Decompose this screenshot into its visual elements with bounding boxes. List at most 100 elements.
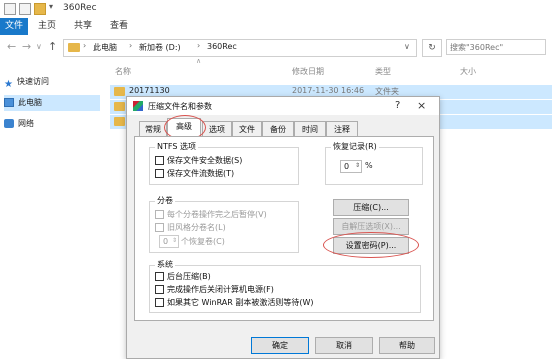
save-security-checkbox[interactable]: 保存文件安全数据(S)	[155, 155, 242, 166]
tab-panel-advanced: NTFS 选项 保存文件安全数据(S) 保存文件流数据(T) 恢复记录(R) 0…	[134, 136, 434, 321]
archive-dialog: 压缩文件名和参数 ? × 常规 高级 选项 文件 备份 时间 注释 NTFS 选…	[126, 96, 440, 359]
ribbon: 文件 主页 共享 查看	[0, 18, 552, 36]
address-dropdown-icon[interactable]: ∨	[404, 42, 410, 51]
tab-files[interactable]: 文件	[232, 121, 262, 137]
spin-arrows-icon[interactable]: ⇕	[355, 160, 360, 171]
recovery-record-label: 恢复记录(R)	[331, 141, 379, 152]
wait-other-copies-checkbox[interactable]: 如果其它 WinRAR 副本被激活则等待(W)	[155, 297, 314, 308]
file-date: 2017-11-30 16:46	[292, 86, 365, 95]
checkbox-icon	[155, 285, 164, 294]
dialog-titlebar: 压缩文件名和参数 ? ×	[127, 97, 439, 115]
compression-button[interactable]: 压缩(C)...	[333, 199, 409, 216]
tab-comment[interactable]: 注释	[326, 121, 358, 137]
forward-arrow-icon[interactable]: →	[22, 40, 31, 53]
network-icon	[4, 119, 14, 128]
checkbox-icon	[155, 210, 164, 219]
dialog-title: 压缩文件名和参数	[148, 102, 212, 111]
nav-item-label: 此电脑	[18, 98, 42, 107]
tab-backup[interactable]: 备份	[262, 121, 294, 137]
tab-advanced[interactable]: 高级	[167, 118, 201, 138]
help-icon[interactable]: ?	[395, 100, 400, 111]
set-password-button[interactable]: 设置密码(P)...	[333, 237, 409, 254]
file-name: 20171130	[129, 86, 170, 95]
tab-options[interactable]: 选项	[202, 121, 232, 137]
tab-time[interactable]: 时间	[294, 121, 326, 137]
properties-icon[interactable]	[19, 3, 31, 15]
checkbox-icon	[155, 223, 164, 232]
ntfs-options-group	[149, 147, 299, 185]
breadcrumb-drive-d[interactable]: 新加卷 (D:)	[139, 42, 181, 53]
address-bar[interactable]: › 此电脑 › 新加卷 (D:) › 360Rec ∨	[63, 39, 417, 57]
nav-item-label: 网络	[18, 119, 34, 128]
nav-item-this-pc[interactable]: 此电脑	[4, 95, 100, 111]
background-compress-checkbox[interactable]: 后台压缩(B)	[155, 271, 211, 282]
ribbon-tab-view[interactable]: 查看	[106, 18, 132, 35]
folder-icon	[114, 87, 125, 96]
quick-access-dropdown-icon[interactable]: ▾	[49, 2, 53, 11]
checkbox-label: 保存文件流数据(T)	[167, 169, 235, 178]
recovery-percent-stepper[interactable]: 0 ⇕	[340, 160, 362, 173]
checkbox-label: 如果其它 WinRAR 副本被激活则等待(W)	[167, 298, 314, 307]
back-arrow-icon[interactable]: ←	[7, 40, 16, 53]
ntfs-options-label: NTFS 选项	[155, 141, 198, 152]
recovery-volumes-stepper[interactable]: 0 ⇕	[159, 235, 179, 248]
breadcrumb-this-pc[interactable]: 此电脑	[93, 42, 117, 53]
spin-arrows-icon[interactable]: ⇕	[172, 235, 177, 246]
pause-after-volume-checkbox[interactable]: 每个分卷操作完之后暂停(V)	[155, 209, 267, 220]
column-header-size[interactable]: 大小	[460, 66, 476, 77]
checkbox-label: 每个分卷操作完之后暂停(V)	[167, 210, 267, 219]
ribbon-tab-file[interactable]: 文件	[0, 18, 28, 35]
quick-access-icon[interactable]	[4, 3, 16, 15]
ribbon-tab-share[interactable]: 共享	[70, 18, 96, 35]
old-style-names-checkbox[interactable]: 旧风格分卷名(L)	[155, 222, 226, 233]
ribbon-tab-home[interactable]: 主页	[34, 18, 60, 35]
star-icon: ★	[4, 79, 13, 90]
window-titlebar: ▾ 360Rec	[0, 0, 552, 19]
sfx-options-button[interactable]: 自解压选项(X)...	[333, 218, 409, 235]
column-header-name[interactable]: 名称	[115, 66, 131, 77]
sort-up-icon: ∧	[196, 57, 202, 65]
recovery-volumes-label: 个恢复卷(C)	[181, 237, 225, 246]
checkbox-icon	[155, 298, 164, 307]
shutdown-when-done-checkbox[interactable]: 完成操作后关闭计算机电源(F)	[155, 284, 274, 295]
winrar-icon	[133, 101, 143, 111]
folder-icon	[114, 102, 125, 111]
recovery-unit: %	[365, 161, 373, 170]
chevron-right-icon[interactable]: ›	[129, 41, 132, 50]
checkbox-label: 保存文件安全数据(S)	[167, 156, 243, 165]
tab-general[interactable]: 常规	[139, 121, 167, 137]
checkbox-label: 后台压缩(B)	[167, 272, 211, 281]
column-header-type[interactable]: 类型	[375, 66, 391, 77]
ok-button[interactable]: 确定	[251, 337, 309, 354]
recent-dropdown-icon[interactable]: ∨	[36, 42, 42, 51]
new-folder-icon[interactable]	[34, 3, 46, 15]
checkbox-label: 完成操作后关闭计算机电源(F)	[167, 285, 274, 294]
save-streams-checkbox[interactable]: 保存文件流数据(T)	[155, 168, 234, 179]
cancel-button[interactable]: 取消	[315, 337, 373, 354]
chevron-right-icon[interactable]: ›	[83, 41, 86, 50]
up-arrow-icon[interactable]: ↑	[48, 40, 57, 53]
recovery-percent-value: 0	[344, 162, 350, 171]
close-icon[interactable]: ×	[417, 99, 426, 112]
nav-item-network[interactable]: 网络	[4, 116, 34, 132]
refresh-icon[interactable]: ↻	[422, 39, 442, 57]
chevron-right-icon[interactable]: ›	[197, 41, 200, 50]
window-title: 360Rec	[63, 3, 97, 13]
checkbox-icon	[155, 272, 164, 281]
address-row: ← → ∨ ↑ › 此电脑 › 新加卷 (D:) › 360Rec ∨ ↻ 搜索…	[0, 35, 552, 59]
computer-icon	[4, 98, 14, 107]
volumes-label: 分卷	[155, 195, 175, 206]
checkbox-label: 旧风格分卷名(L)	[167, 223, 226, 232]
column-header-date[interactable]: 修改日期	[292, 66, 324, 77]
checkbox-icon	[155, 156, 164, 165]
nav-item-label: 快速访问	[16, 77, 49, 86]
system-label: 系统	[155, 259, 175, 270]
search-input[interactable]: 搜索"360Rec"	[446, 39, 546, 55]
folder-icon	[114, 117, 125, 126]
folder-icon	[68, 43, 80, 52]
help-button[interactable]: 帮助	[379, 337, 435, 354]
recovery-volumes-value: 0	[163, 237, 169, 246]
checkbox-icon	[155, 169, 164, 178]
breadcrumb-360rec[interactable]: 360Rec	[207, 42, 237, 51]
nav-item-quick-access[interactable]: ★ 快速访问	[4, 74, 49, 90]
